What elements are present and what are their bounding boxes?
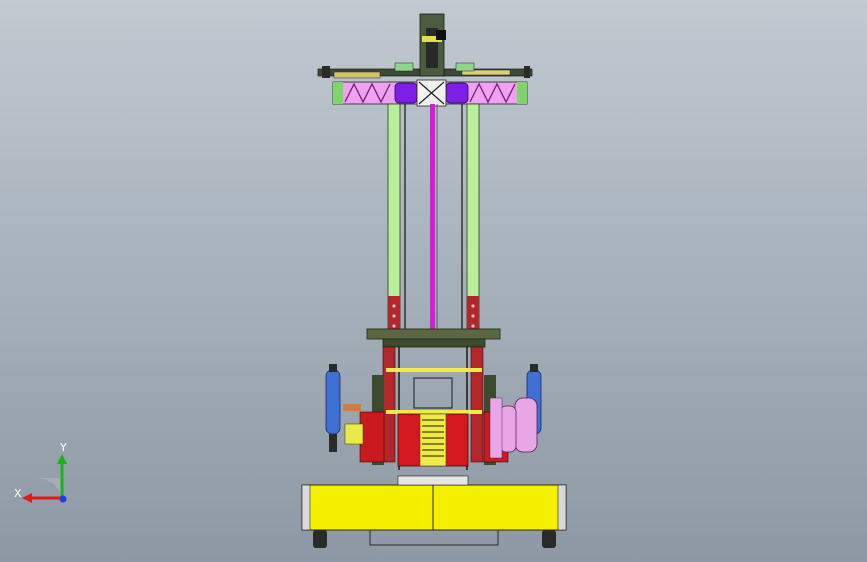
red-motor-assembly[interactable] [359, 411, 509, 467]
axis-x-label: X [14, 487, 22, 500]
yellow-base[interactable] [301, 475, 567, 546]
cad-viewport[interactable]: Y X [0, 0, 867, 562]
left-blue-tank[interactable] [325, 364, 364, 452]
axis-y-label: Y [60, 441, 67, 454]
mast-columns[interactable] [387, 103, 480, 340]
platform-plate[interactable] [366, 328, 501, 348]
right-tanks[interactable] [489, 364, 542, 459]
machine-assembly-model[interactable] [0, 0, 867, 562]
truss-beam[interactable] [332, 79, 528, 107]
axis-triad: Y X [8, 440, 80, 510]
top-carriage[interactable] [419, 13, 446, 77]
